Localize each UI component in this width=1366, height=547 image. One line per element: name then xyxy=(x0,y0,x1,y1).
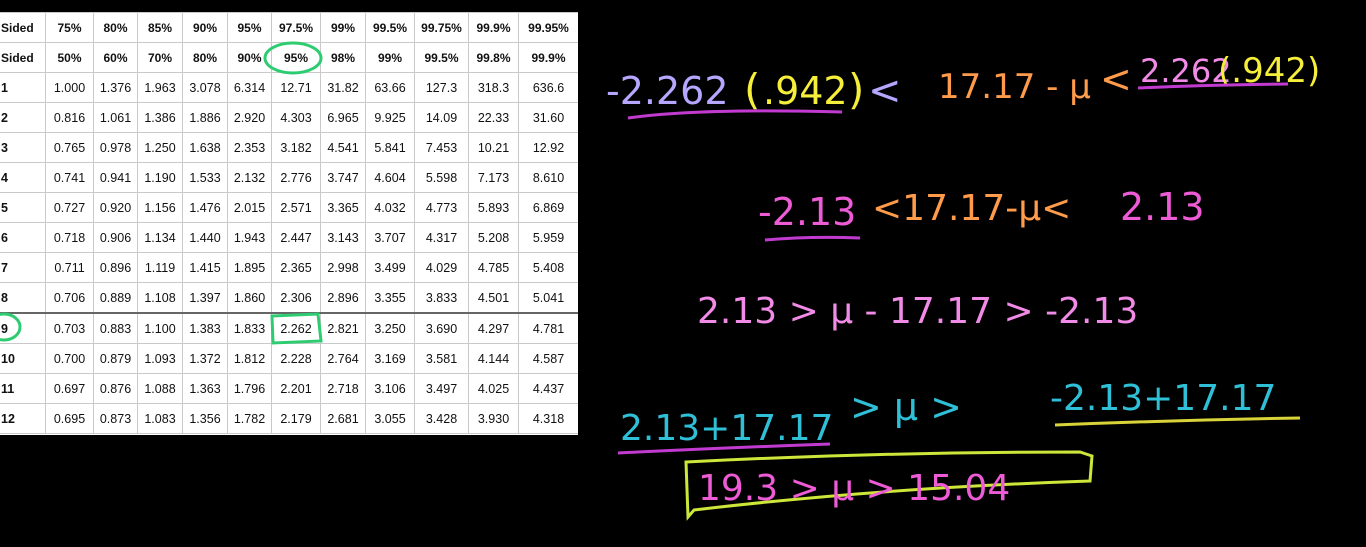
line5-answer: 19.3 > μ > 15.04 xyxy=(698,468,1010,509)
line4-right: -2.13+17.17 xyxy=(1050,378,1276,419)
line1-lt1: < xyxy=(868,68,902,114)
chalkboard: -2.262 ( .942 ) < 17.17 - μ < 2.262 (.94… xyxy=(0,41,1320,521)
highlight-df9-circle xyxy=(0,312,22,342)
line1-se-close: ) xyxy=(848,65,864,114)
line4-middle: > μ > xyxy=(850,385,962,429)
highlight-2262-box xyxy=(270,312,323,345)
line1-lt2: < xyxy=(1100,57,1132,101)
line2-middle: <17.17-μ< xyxy=(872,188,1071,229)
highlight-95-circle xyxy=(263,41,323,75)
line3: 2.13 > μ - 17.17 > -2.13 xyxy=(697,291,1138,332)
line2-underline xyxy=(764,235,861,242)
line4-left: 2.13+17.17 xyxy=(620,408,833,449)
line1-se: .942 xyxy=(763,69,848,113)
line2-pos: 2.13 xyxy=(1120,185,1205,229)
line1-se-open: ( xyxy=(744,65,760,114)
line1-middle: 17.17 - μ xyxy=(938,67,1091,107)
line4-underline-right xyxy=(1054,416,1301,427)
line1-neg-coef: -2.262 xyxy=(606,69,729,113)
line2-neg: -2.13 xyxy=(758,190,856,234)
